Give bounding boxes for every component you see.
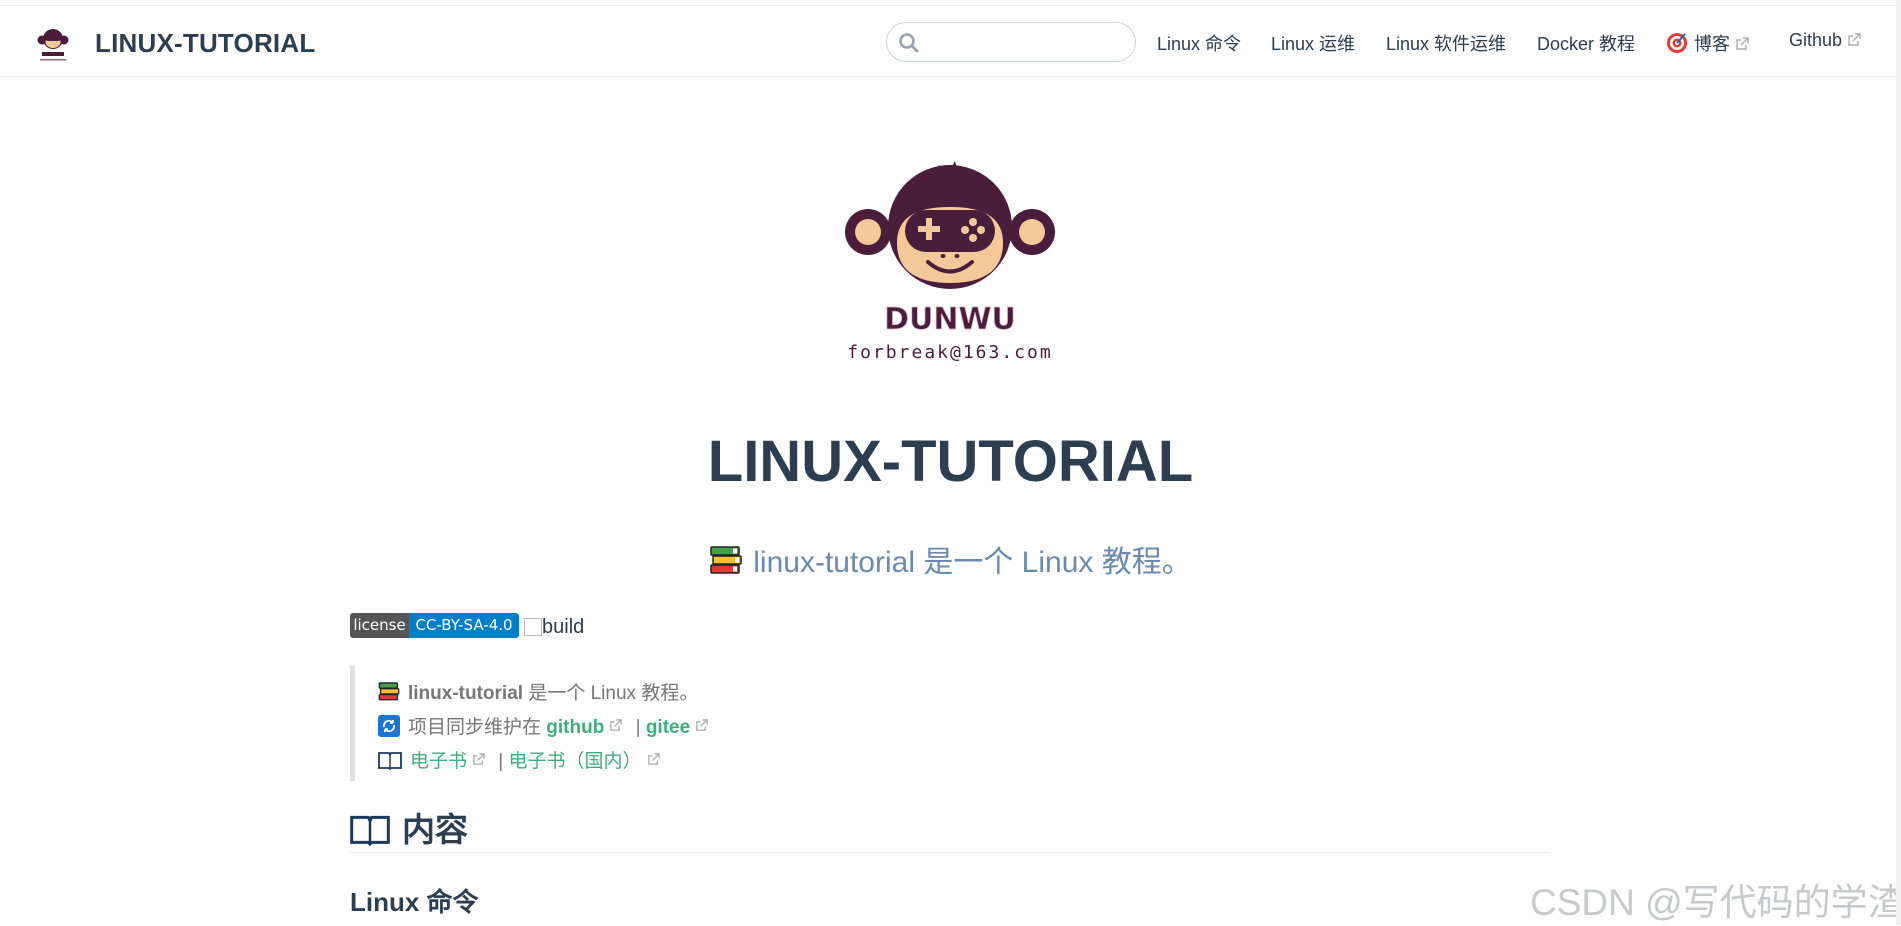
section-heading-contents: 内容 xyxy=(350,803,1550,853)
ebook-link[interactable]: 电子书 xyxy=(410,751,493,772)
monkey-logo-icon xyxy=(37,29,69,61)
nav-link-blog-label: 博客 xyxy=(1694,34,1730,54)
navbar: LINUX-TUTORIAL Linux 命令 Linux 运维 Linux 软… xyxy=(0,5,1901,77)
external-link-icon xyxy=(610,719,623,732)
blockquote-line-ebook: 电子书 | 电子书（国内） xyxy=(378,746,668,773)
project-name: linux-tutorial xyxy=(408,683,524,704)
link-separator: | xyxy=(630,717,646,738)
external-link-icon xyxy=(473,753,485,766)
ebook-cn-link[interactable]: 电子书（国内） xyxy=(509,751,668,772)
hero-description: linux-tutorial 是一个 Linux 教程。 xyxy=(0,537,1901,581)
section-heading-linux-commands: Linux 命令 xyxy=(350,887,479,917)
logo-email-text: forbreak@163.com xyxy=(847,342,1052,363)
csdn-watermark: CSDN @写代码的学渣 xyxy=(1530,882,1901,923)
ebook-link-label: 电子书 xyxy=(410,751,468,772)
search-input[interactable] xyxy=(923,29,1127,57)
external-link-icon xyxy=(1848,33,1861,46)
nav-link-github[interactable]: Github xyxy=(1789,30,1861,51)
build-badge-broken-image[interactable]: build xyxy=(524,616,584,639)
broken-image-icon xyxy=(524,618,542,636)
nav-link-linux-ops[interactable]: Linux 运维 xyxy=(1271,30,1355,56)
blockquote-line-intro: linux-tutorial 是一个 Linux 教程。 xyxy=(378,678,698,705)
nav-link-linux-commands[interactable]: Linux 命令 xyxy=(1157,30,1241,56)
logo-brand-text: DUNWU xyxy=(884,302,1016,337)
link-separator: | xyxy=(493,751,509,772)
search-icon xyxy=(899,33,919,53)
external-link-icon xyxy=(647,753,660,766)
sync-text: 项目同步维护在 xyxy=(408,717,547,738)
github-link-label: github xyxy=(546,717,605,738)
nav-link-docker-tutorial[interactable]: Docker 教程 xyxy=(1537,30,1635,56)
ebook-cn-link-label: 电子书（国内） xyxy=(508,751,642,772)
external-link-icon xyxy=(696,719,708,732)
external-link-icon xyxy=(1736,37,1749,50)
license-badge-label: license xyxy=(350,613,409,638)
intro-blockquote: linux-tutorial 是一个 Linux 教程。 项目同步维护在 git… xyxy=(350,666,850,781)
books-icon xyxy=(378,682,400,701)
project-intro-text: 是一个 Linux 教程。 xyxy=(523,683,699,704)
blockquote-line-sync: 项目同步维护在 github | gitee xyxy=(378,712,716,739)
sync-icon xyxy=(378,714,400,737)
site-name[interactable]: LINUX-TUTORIAL xyxy=(95,28,315,59)
gitee-link-label: gitee xyxy=(645,717,691,738)
target-icon xyxy=(1667,33,1687,54)
search-box[interactable] xyxy=(886,22,1136,62)
license-badge-value: CC-BY-SA-4.0 xyxy=(409,613,519,638)
dunwu-monkey-logo: DUNWU forbreak@163.com xyxy=(845,161,1055,363)
open-book-icon xyxy=(378,752,402,771)
build-badge-alt: build xyxy=(542,616,585,638)
nav-link-linux-software-ops[interactable]: Linux 软件运维 xyxy=(1386,30,1506,56)
hero-title: LINUX-TUTORIAL xyxy=(707,429,1194,494)
open-book-icon xyxy=(350,816,390,847)
section-heading-contents-label: 内容 xyxy=(402,811,468,848)
nav-link-blog[interactable]: 博客 xyxy=(1666,30,1749,56)
books-icon xyxy=(710,546,743,574)
page-scrollbar[interactable] xyxy=(1896,0,1901,925)
hero-description-text: linux-tutorial 是一个 Linux 教程。 xyxy=(753,546,1192,579)
github-link[interactable]: github xyxy=(546,717,630,738)
gitee-link[interactable]: gitee xyxy=(646,717,716,738)
nav-link-github-label: Github xyxy=(1789,30,1843,50)
